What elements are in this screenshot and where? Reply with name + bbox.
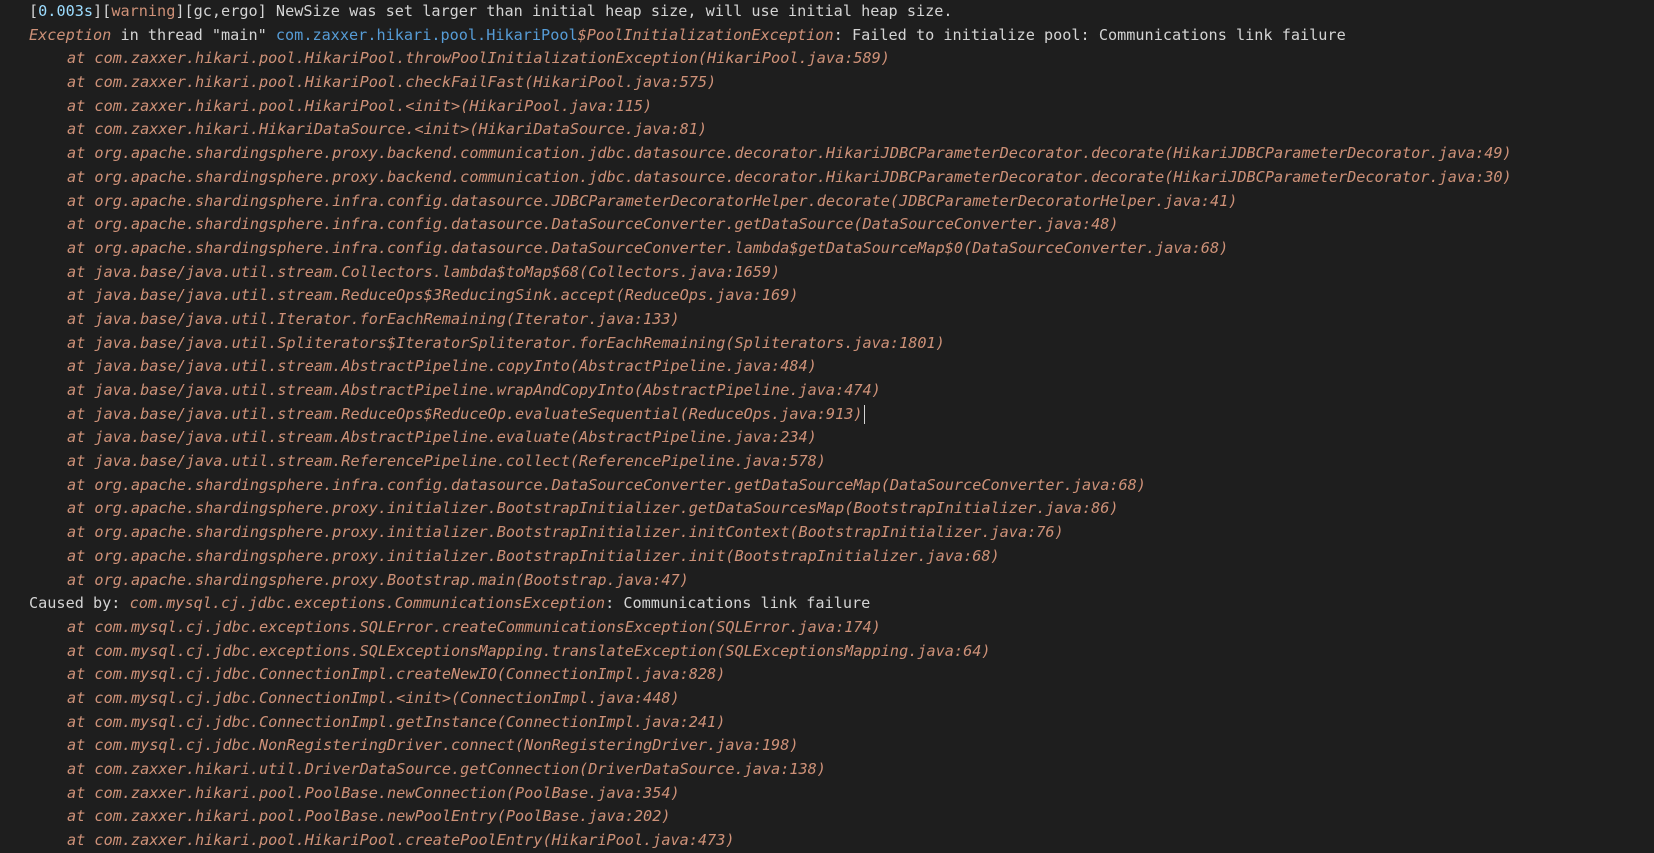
stack-frame-text: at java.base/java.util.stream.AbstractPi…: [67, 357, 817, 376]
stack-frame-text: at com.mysql.cj.jdbc.exceptions.SQLError…: [67, 617, 881, 636]
stack-frame[interactable]: at java.base/java.util.stream.AbstractPi…: [29, 355, 1654, 379]
stack-frame[interactable]: at com.zaxxer.hikari.pool.PoolBase.newCo…: [29, 782, 1654, 806]
stack-frame[interactable]: at com.mysql.cj.jdbc.ConnectionImpl.getI…: [29, 711, 1654, 735]
stack-frame[interactable]: at com.zaxxer.hikari.pool.HikariPool.<in…: [29, 95, 1654, 119]
stack-frame-text: at java.base/java.util.stream.Collectors…: [67, 262, 781, 281]
warning-separator: ][: [93, 2, 112, 20]
stack-frame[interactable]: at java.base/java.util.stream.ReferenceP…: [29, 450, 1654, 474]
stack-frame-text: at com.mysql.cj.jdbc.exceptions.SQLExcep…: [67, 641, 991, 660]
stack-frame[interactable]: at com.zaxxer.hikari.util.DriverDataSour…: [29, 758, 1654, 782]
stack-frame-text: at com.zaxxer.hikari.pool.PoolBase.newCo…: [67, 783, 680, 802]
text-cursor: [863, 404, 865, 424]
stack-frame[interactable]: at org.apache.shardingsphere.proxy.backe…: [29, 166, 1654, 190]
warning-level: warning: [111, 2, 176, 20]
stack-frame-text: at com.zaxxer.hikari.pool.HikariPool.thr…: [67, 49, 890, 68]
stack-frame-text: at org.apache.shardingsphere.proxy.Boots…: [67, 570, 689, 589]
stack-frame[interactable]: at org.apache.shardingsphere.infra.confi…: [29, 237, 1654, 261]
stack-frame[interactable]: at org.apache.shardingsphere.proxy.initi…: [29, 497, 1654, 521]
stack-frame[interactable]: at org.apache.shardingsphere.infra.confi…: [29, 213, 1654, 237]
stack-frame-text: at org.apache.shardingsphere.proxy.backe…: [67, 167, 1512, 186]
stack-frame-text: at com.mysql.cj.jdbc.ConnectionImpl.<ini…: [67, 688, 680, 707]
stack-frame[interactable]: at java.base/java.util.stream.AbstractPi…: [29, 379, 1654, 403]
stack-frame-text: at com.zaxxer.hikari.util.DriverDataSour…: [67, 760, 826, 778]
stack-frame[interactable]: at org.apache.shardingsphere.infra.confi…: [29, 474, 1654, 498]
stack-frame-text: at com.zaxxer.hikari.HikariDataSource.<i…: [67, 120, 708, 139]
stack-frame[interactable]: at com.zaxxer.hikari.pool.HikariPool.cre…: [29, 829, 1654, 853]
stack-frame-text: at org.apache.shardingsphere.infra.confi…: [67, 238, 1229, 257]
stack-frame-text: at com.mysql.cj.jdbc.ConnectionImpl.crea…: [67, 665, 726, 684]
stack-frame[interactable]: at org.apache.shardingsphere.infra.confi…: [29, 190, 1654, 214]
caused-by-prefix: Caused by:: [29, 594, 130, 613]
warning-timestamp: 0.003s: [38, 2, 94, 20]
stack-frame[interactable]: at java.base/java.util.Spliterators$Iter…: [29, 332, 1654, 356]
stack-frame[interactable]: at java.base/java.util.stream.ReduceOps$…: [29, 403, 1654, 427]
warning-open-bracket: [: [29, 2, 39, 20]
stack-frame-text: at com.mysql.cj.jdbc.ConnectionImpl.getI…: [67, 712, 726, 731]
warning-message: NewSize was set larger than initial heap…: [266, 2, 953, 20]
stack-frame[interactable]: at org.apache.shardingsphere.proxy.initi…: [29, 521, 1654, 545]
caused-by-message: : Communications link failure: [605, 594, 871, 613]
stack-frame-text: at org.apache.shardingsphere.infra.confi…: [67, 191, 1238, 210]
stack-frame-text: at org.apache.shardingsphere.proxy.initi…: [67, 499, 1119, 518]
stack-frame-text: at com.zaxxer.hikari.pool.PoolBase.newPo…: [67, 807, 671, 826]
stack-frame-text: at java.base/java.util.stream.AbstractPi…: [67, 381, 881, 399]
stack-frame-text: at java.base/java.util.stream.ReduceOps$…: [67, 286, 799, 305]
stack-frame-text: at com.zaxxer.hikari.pool.HikariPool.<in…: [67, 96, 653, 115]
stack-frame[interactable]: at com.zaxxer.hikari.pool.HikariPool.che…: [29, 71, 1654, 95]
stack-frame[interactable]: at com.mysql.cj.jdbc.NonRegisteringDrive…: [29, 734, 1654, 758]
warning-tags: ][gc,ergo]: [175, 2, 267, 20]
stack-frame[interactable]: at org.apache.shardingsphere.proxy.backe…: [29, 142, 1654, 166]
cause-stack-trace: at com.mysql.cj.jdbc.exceptions.SQLError…: [29, 616, 1654, 853]
stack-frame[interactable]: at com.mysql.cj.jdbc.exceptions.SQLExcep…: [29, 640, 1654, 664]
stack-frame[interactable]: at com.mysql.cj.jdbc.exceptions.SQLError…: [29, 616, 1654, 640]
stack-frame-text: at java.base/java.util.stream.ReferenceP…: [67, 452, 826, 471]
caused-by-line: Caused by: com.mysql.cj.jdbc.exceptions.…: [29, 592, 1654, 616]
stack-frame[interactable]: at java.base/java.util.stream.Collectors…: [29, 261, 1654, 285]
jvm-warning-line: [0.003s][warning][gc,ergo] NewSize was s…: [29, 0, 1654, 24]
stack-frame-text: at org.apache.shardingsphere.infra.confi…: [67, 215, 1119, 234]
exception-package-link[interactable]: com.zaxxer.hikari.pool.HikariPool: [276, 26, 578, 44]
stack-frame[interactable]: at com.zaxxer.hikari.HikariDataSource.<i…: [29, 118, 1654, 142]
stack-frame-text: at java.base/java.util.stream.AbstractPi…: [67, 428, 817, 447]
exception-class-suffix: $PoolInitializationException: [577, 25, 834, 44]
stack-frame[interactable]: at com.zaxxer.hikari.pool.PoolBase.newPo…: [29, 805, 1654, 829]
stack-frame[interactable]: at com.mysql.cj.jdbc.ConnectionImpl.crea…: [29, 663, 1654, 687]
stack-frame[interactable]: at com.zaxxer.hikari.pool.HikariPool.thr…: [29, 47, 1654, 71]
stack-frame-text: at org.apache.shardingsphere.proxy.backe…: [67, 144, 1512, 163]
exception-message: : Failed to initialize pool: Communicati…: [833, 25, 1346, 44]
exception-keyword: Exception: [29, 25, 112, 44]
stack-frame-text: at java.base/java.util.stream.ReduceOps$…: [67, 404, 863, 423]
stack-frame[interactable]: at com.mysql.cj.jdbc.ConnectionImpl.<ini…: [29, 687, 1654, 711]
stack-frame-text: at com.zaxxer.hikari.pool.HikariPool.cre…: [67, 831, 735, 850]
stack-frame-text: at org.apache.shardingsphere.proxy.initi…: [67, 546, 1000, 565]
stack-frame-text: at com.mysql.cj.jdbc.NonRegisteringDrive…: [67, 736, 799, 755]
stack-trace: at com.zaxxer.hikari.pool.HikariPool.thr…: [29, 47, 1654, 592]
caused-by-class[interactable]: com.mysql.cj.jdbc.exceptions.Communicati…: [130, 594, 605, 612]
stack-frame[interactable]: at org.apache.shardingsphere.proxy.initi…: [29, 545, 1654, 569]
stack-frame-text: at java.base/java.util.Spliterators$Iter…: [67, 333, 945, 352]
stack-frame-text: at org.apache.shardingsphere.infra.confi…: [67, 475, 1146, 494]
terminal-output[interactable]: [0.003s][warning][gc,ergo] NewSize was s…: [29, 0, 1654, 852]
stack-frame-text: at java.base/java.util.Iterator.forEachR…: [67, 309, 680, 328]
stack-frame-text: at org.apache.shardingsphere.proxy.initi…: [67, 523, 1064, 542]
exception-line: Exception in thread "main" com.zaxxer.hi…: [29, 24, 1654, 48]
stack-frame[interactable]: at java.base/java.util.Iterator.forEachR…: [29, 308, 1654, 332]
stack-frame[interactable]: at org.apache.shardingsphere.proxy.Boots…: [29, 569, 1654, 593]
stack-frame-text: at com.zaxxer.hikari.pool.HikariPool.che…: [67, 73, 717, 92]
stack-frame[interactable]: at java.base/java.util.stream.AbstractPi…: [29, 426, 1654, 450]
stack-frame[interactable]: at java.base/java.util.stream.ReduceOps$…: [29, 284, 1654, 308]
exception-thread: in thread "main": [111, 25, 276, 44]
